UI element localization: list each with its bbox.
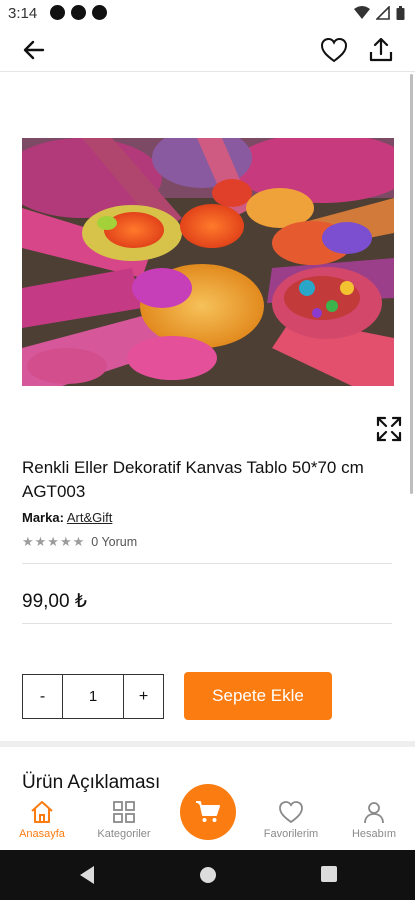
system-home-icon[interactable] [198, 865, 218, 885]
status-icons [354, 6, 405, 20]
nav-label-favorites: Favorilerim [263, 828, 319, 840]
nav-item-categories[interactable]: Kategoriler [84, 800, 164, 840]
product-title: Renkli Eller Dekoratif Kanvas Tablo 50*7… [22, 458, 364, 501]
increment-button[interactable]: + [124, 675, 163, 718]
scroll-indicator [410, 74, 413, 494]
rating-row[interactable]: ★★★★★ 0 Yorum [22, 534, 137, 550]
system-back-icon[interactable] [78, 865, 96, 885]
share-upload-icon [369, 37, 393, 62]
brand-link[interactable]: Art&Gift [67, 510, 113, 525]
notification-dot-icon [50, 5, 65, 20]
rating-stars-icon: ★★★★★ [22, 534, 86, 549]
nav-label-account: Hesabım [351, 828, 397, 840]
person-icon [364, 802, 384, 824]
back-arrow-icon [23, 40, 45, 60]
add-to-cart-button[interactable]: Sepete Ekle [184, 672, 332, 720]
grid-icon [113, 801, 135, 823]
brand-label: Marka: [22, 510, 64, 525]
notification-dot-icon [92, 5, 107, 20]
system-recents-icon[interactable] [320, 865, 338, 883]
back-button[interactable] [20, 36, 48, 64]
product-image[interactable] [22, 138, 394, 386]
product-photo-illustration [22, 138, 394, 386]
description-title: Ürün Açıklaması [22, 772, 161, 793]
share-button[interactable] [366, 35, 396, 65]
heart-outline-icon [320, 37, 348, 63]
favorite-button[interactable] [318, 35, 350, 65]
system-navigation-bar [0, 850, 415, 900]
product-price: 99,00 ₺ [22, 591, 87, 612]
status-bar: 3:14 [0, 0, 415, 28]
quantity-stepper: - 1 + [22, 674, 164, 719]
battery-icon [396, 6, 405, 20]
top-app-bar [0, 28, 415, 72]
section-separator [0, 741, 415, 747]
nav-item-home[interactable]: Anasayfa [2, 800, 82, 840]
divider [22, 563, 392, 564]
decrement-button[interactable]: - [23, 675, 62, 718]
nav-item-account[interactable]: Hesabım [334, 800, 414, 840]
notification-dots [50, 5, 107, 20]
nav-label-home: Anasayfa [19, 828, 65, 840]
quantity-value[interactable]: 1 [62, 675, 124, 718]
brand-row: Marka: Art&Gift [22, 510, 112, 525]
status-time: 3:14 [8, 5, 38, 22]
signal-icon [376, 6, 390, 20]
notification-dot-icon [71, 5, 86, 20]
nav-item-favorites[interactable]: Favorilerim [251, 800, 331, 840]
fullscreen-button[interactable] [374, 414, 404, 444]
wifi-icon [354, 6, 370, 19]
divider [22, 623, 392, 624]
expand-icon [376, 416, 402, 442]
cart-icon [196, 801, 220, 822]
heart-icon [279, 801, 303, 824]
home-icon [31, 801, 53, 823]
nav-label-categories: Kategoriler [97, 828, 151, 840]
review-count: 0 Yorum [91, 535, 138, 549]
cart-button[interactable] [180, 784, 236, 840]
